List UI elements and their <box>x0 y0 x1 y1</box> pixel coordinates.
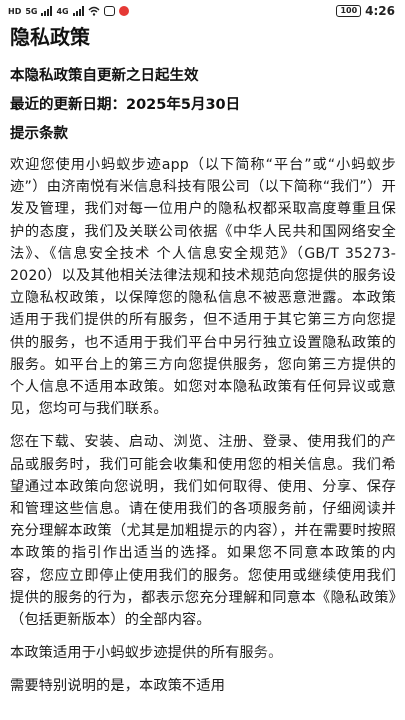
battery-icon: 100 <box>336 5 362 17</box>
updated-date: 最近的更新日期：2025年5月30日 <box>10 97 241 113</box>
app-notification-icon <box>118 6 129 16</box>
paragraph-intro: 欢迎您使用小蚂蚁步迹app（以下简称“平台”或“小蚂蚁步迹”）由济南悦有米信息科… <box>10 157 396 418</box>
status-bar: HD 5G 4G 100 4:26 <box>0 0 405 22</box>
message-icon <box>103 6 115 16</box>
signal-icon <box>41 6 53 16</box>
network-5g-label: 5G <box>25 6 38 16</box>
policy-content[interactable]: 隐私政策 本隐私政策自更新之日起生效 最近的更新日期：2025年5月30日 提示… <box>0 22 405 698</box>
wifi-icon <box>88 6 100 16</box>
bottom-fade-overlay <box>0 700 405 720</box>
section-title: 提示条款 <box>10 126 68 142</box>
network-4g-label: 4G <box>56 6 69 16</box>
clock: 4:26 <box>365 4 395 18</box>
paragraph-collection: 您在下载、安装、启动、浏览、注册、登录、使用我们的产品或服务时，我们可能会收集和… <box>10 434 396 629</box>
hd-badge: HD <box>8 6 22 16</box>
status-left: HD 5G 4G <box>8 6 129 16</box>
effective-notice: 本隐私政策自更新之日起生效 <box>10 68 199 84</box>
signal-icon-2 <box>72 6 84 16</box>
page-title: 隐私政策 <box>10 25 90 49</box>
status-right: 100 4:26 <box>336 4 395 18</box>
